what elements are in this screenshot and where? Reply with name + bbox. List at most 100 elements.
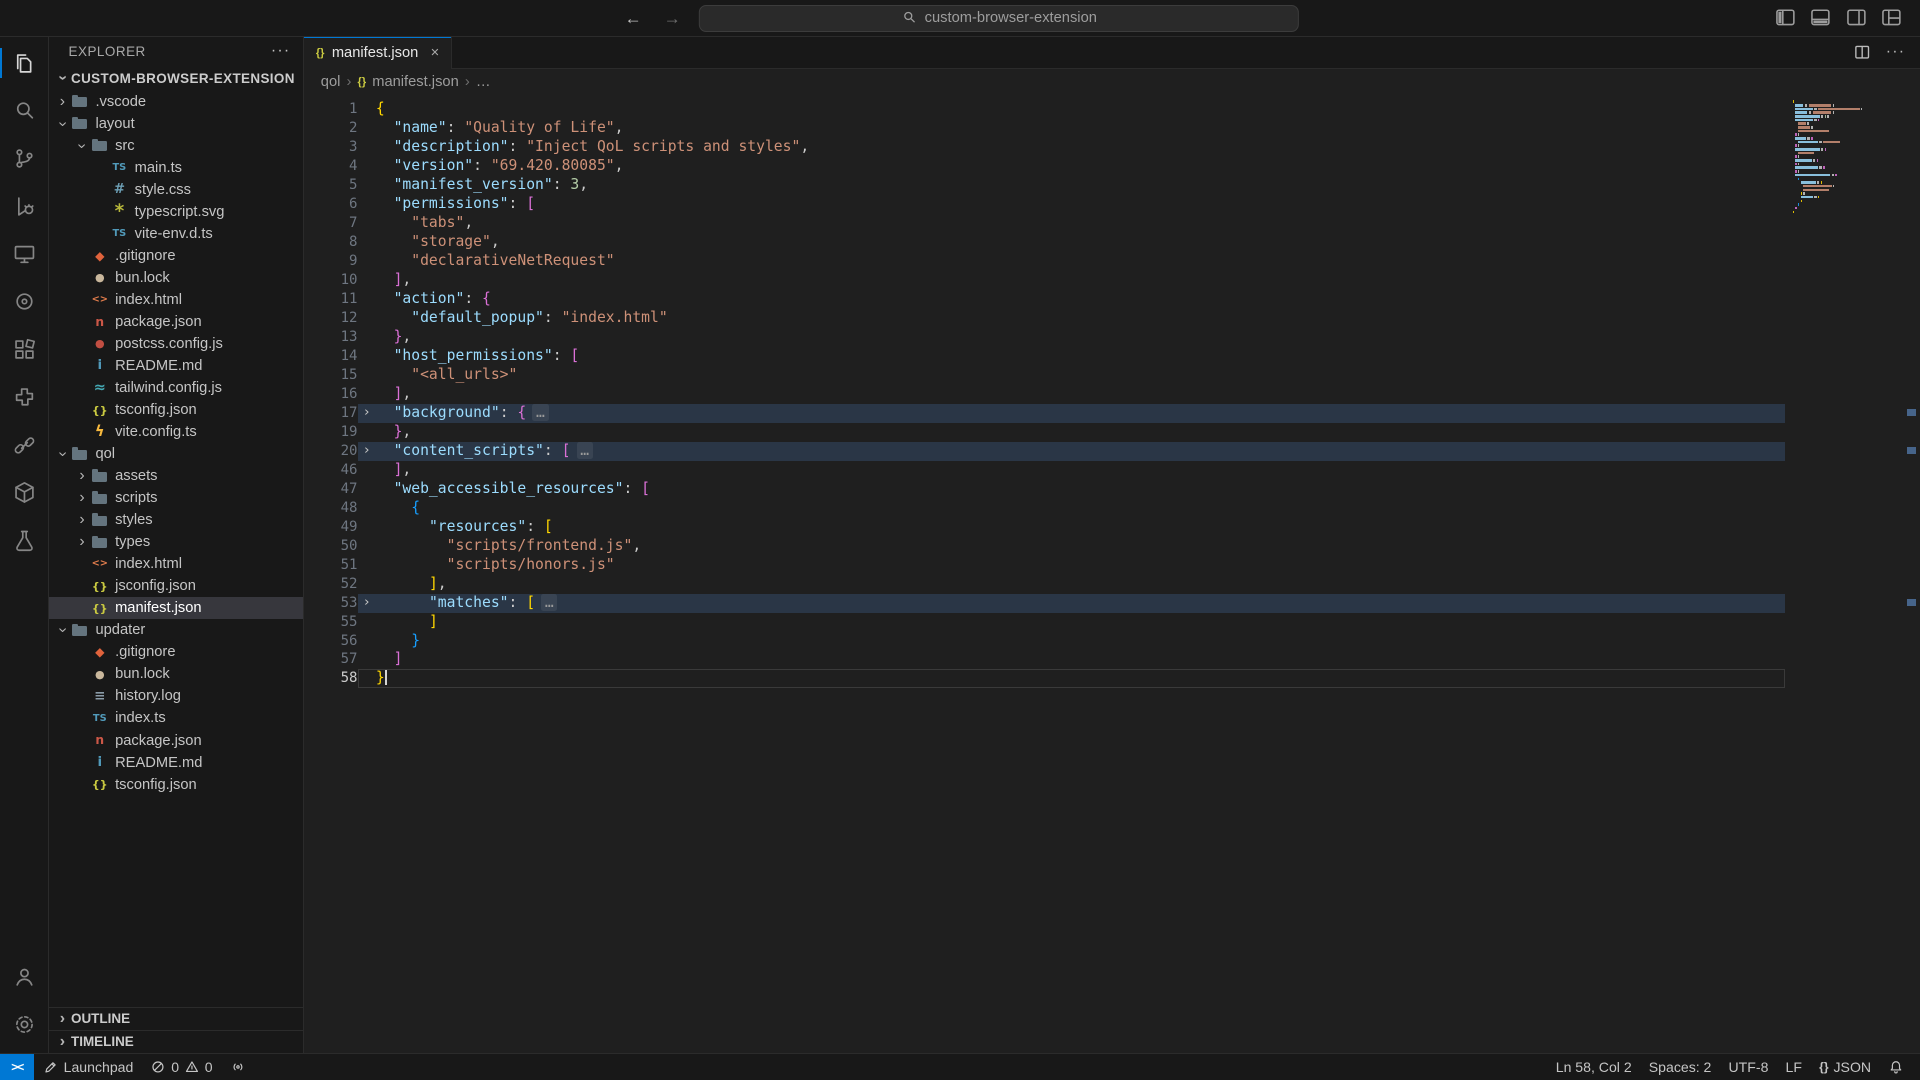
code-line-1[interactable]: 1{	[304, 100, 1786, 119]
code-line-17[interactable]: 17›"background": {…	[304, 404, 1786, 423]
code-line-3[interactable]: 3"description": "Inject QoL scripts and …	[304, 138, 1786, 157]
code-line-11[interactable]: 11"action": {	[304, 290, 1786, 309]
tab-manifest-json[interactable]: {} manifest.json ×	[304, 37, 453, 69]
code-line-52[interactable]: 52],	[304, 575, 1786, 594]
code-line-10[interactable]: 10],	[304, 271, 1786, 290]
launchpad-status[interactable]: Launchpad	[34, 1054, 142, 1080]
code-line-50[interactable]: 50"scripts/frontend.js",	[304, 537, 1786, 556]
tree-item-vite.config.ts[interactable]: ϟvite.config.ts	[49, 421, 303, 443]
tree-item-tsconfig.json[interactable]: {}tsconfig.json	[49, 774, 303, 796]
code-editor[interactable]: 1{2"name": "Quality of Life",3"descripti…	[304, 96, 1920, 1054]
tree-item-styles[interactable]: ›styles	[49, 509, 303, 531]
tree-item-tsconfig.json[interactable]: {}tsconfig.json	[49, 399, 303, 421]
tree-item-updater[interactable]: ›updater	[49, 619, 303, 641]
code-line-55[interactable]: 55]	[304, 613, 1786, 632]
code-line-47[interactable]: 47"web_accessible_resources": [	[304, 480, 1786, 499]
forward-button[interactable]: →	[660, 8, 684, 29]
command-center-search[interactable]: custom-browser-extension	[699, 5, 1299, 32]
tree-item-.gitignore[interactable]: ◆.gitignore	[49, 245, 303, 267]
tree-item-main.ts[interactable]: TSmain.ts	[49, 157, 303, 179]
language-status[interactable]: {} JSON	[1811, 1054, 1880, 1080]
code-line-16[interactable]: 16],	[304, 385, 1786, 404]
activity-explorer[interactable]	[0, 39, 48, 87]
accounts-button[interactable]	[0, 953, 48, 1001]
tree-item-README.md[interactable]: iREADME.md	[49, 355, 303, 377]
tree-item-vite-env.d.ts[interactable]: TSvite-env.d.ts	[49, 223, 303, 245]
code-line-15[interactable]: 15"<all_urls>"	[304, 366, 1786, 385]
tree-item-scripts[interactable]: ›scripts	[49, 487, 303, 509]
indentation-status[interactable]: Spaces: 2	[1640, 1054, 1720, 1080]
fold-collapsed-icon[interactable]: ›	[358, 442, 376, 461]
overview-ruler[interactable]	[1903, 96, 1920, 1054]
fold-collapsed-icon[interactable]: ›	[358, 404, 376, 423]
code-line-13[interactable]: 13},	[304, 328, 1786, 347]
code-line-8[interactable]: 8"storage",	[304, 233, 1786, 252]
activity-link[interactable]	[0, 421, 48, 469]
breadcrumb-folder[interactable]: qol	[321, 74, 341, 90]
activity-puzzle[interactable]	[0, 373, 48, 421]
toggle-panel-button[interactable]	[1807, 4, 1834, 31]
tree-item-package.json[interactable]: npackage.json	[49, 730, 303, 752]
explorer-actions-icon[interactable]: ···	[271, 42, 291, 60]
code-line-51[interactable]: 51"scripts/honors.js"	[304, 556, 1786, 575]
code-line-46[interactable]: 46],	[304, 461, 1786, 480]
tree-item-typescript.svg[interactable]: *typescript.svg	[49, 201, 303, 223]
tree-item-index.html[interactable]: <>index.html	[49, 289, 303, 311]
activity-extensions[interactable]	[0, 326, 48, 374]
tree-item-assets[interactable]: ›assets	[49, 465, 303, 487]
tree-item-style.css[interactable]: #style.css	[49, 179, 303, 201]
code-line-58[interactable]: 58}	[304, 669, 1786, 688]
minimap[interactable]	[1793, 100, 1903, 1053]
tree-item-index.html[interactable]: <>index.html	[49, 553, 303, 575]
tree-item-qol[interactable]: ›qol	[49, 443, 303, 465]
code-line-57[interactable]: 57]	[304, 650, 1786, 669]
tree-item-bun.lock[interactable]: ●bun.lock	[49, 663, 303, 685]
activity-package[interactable]	[0, 469, 48, 517]
code-line-48[interactable]: 48{	[304, 499, 1786, 518]
tree-item-layout[interactable]: ›layout	[49, 113, 303, 135]
tree-item-jsconfig.json[interactable]: {}jsconfig.json	[49, 575, 303, 597]
code-line-6[interactable]: 6"permissions": [	[304, 195, 1786, 214]
tree-item-index.ts[interactable]: TSindex.ts	[49, 707, 303, 729]
code-line-2[interactable]: 2"name": "Quality of Life",	[304, 119, 1786, 138]
code-line-53[interactable]: 53›"matches": […	[304, 594, 1786, 613]
outline-section[interactable]: › OUTLINE	[49, 1007, 303, 1030]
tree-item-tailwind.config.js[interactable]: ≈tailwind.config.js	[49, 377, 303, 399]
tree-item-package.json[interactable]: npackage.json	[49, 311, 303, 333]
activity-remote-explorer[interactable]	[0, 230, 48, 278]
tree-item-README.md[interactable]: iREADME.md	[49, 752, 303, 774]
tree-item-src[interactable]: ›src	[49, 135, 303, 157]
tree-item-manifest.json[interactable]: {}manifest.json	[49, 597, 303, 619]
code-line-9[interactable]: 9"declarativeNetRequest"	[304, 252, 1786, 271]
code-line-19[interactable]: 19},	[304, 423, 1786, 442]
code-line-49[interactable]: 49"resources": [	[304, 518, 1786, 537]
folded-region-ellipsis[interactable]: …	[541, 594, 557, 611]
breadcrumb-symbol[interactable]: …	[476, 74, 491, 90]
activity-source-control[interactable]	[0, 135, 48, 183]
folded-region-ellipsis[interactable]: …	[577, 442, 593, 459]
activity-search[interactable]	[0, 87, 48, 135]
code-line-7[interactable]: 7"tabs",	[304, 214, 1786, 233]
remote-indicator[interactable]: ><	[0, 1054, 34, 1080]
ports-status[interactable]	[221, 1054, 254, 1080]
tree-item-types[interactable]: ›types	[49, 531, 303, 553]
tree-item-history.log[interactable]: ≡history.log	[49, 685, 303, 707]
tree-item-.vscode[interactable]: ›.vscode	[49, 91, 303, 113]
tree-item-bun.lock[interactable]: ●bun.lock	[49, 267, 303, 289]
activity-run-debug[interactable]	[0, 182, 48, 230]
notifications-status[interactable]	[1880, 1054, 1913, 1080]
eol-status[interactable]: LF	[1777, 1054, 1811, 1080]
toggle-sidebar-left-button[interactable]	[1772, 4, 1799, 31]
problems-status[interactable]: 0 0	[142, 1054, 221, 1080]
split-editor-icon[interactable]	[1853, 43, 1871, 61]
code-line-4[interactable]: 4"version": "69.420.80085",	[304, 157, 1786, 176]
editor-more-actions-icon[interactable]: ···	[1886, 43, 1906, 61]
customize-layout-button[interactable]	[1878, 4, 1905, 31]
activity-targets[interactable]	[0, 278, 48, 326]
toggle-sidebar-right-button[interactable]	[1843, 4, 1870, 31]
fold-collapsed-icon[interactable]: ›	[358, 594, 376, 613]
settings-button[interactable]	[0, 1000, 48, 1048]
code-line-56[interactable]: 56}	[304, 632, 1786, 651]
activity-testing[interactable]	[0, 517, 48, 565]
tree-item-postcss.config.js[interactable]: ●postcss.config.js	[49, 333, 303, 355]
